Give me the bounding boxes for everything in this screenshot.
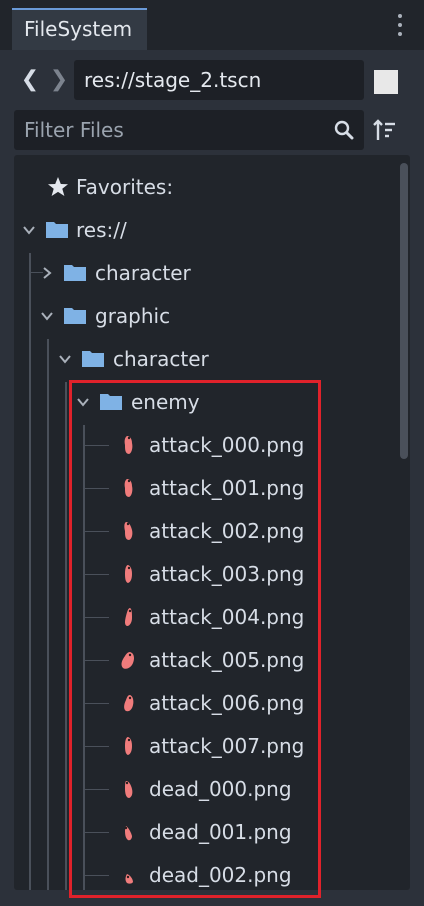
tree-connector [85,832,109,833]
list-item[interactable]: attack_003.png [14,554,394,594]
filter-placeholder: Filter Files [24,118,124,142]
file-name: dead_000.png [149,777,292,801]
tree-item-character[interactable]: character [14,253,394,293]
tree-item-graphic[interactable]: graphic [14,296,394,336]
file-tree: Favorites: res:// character graphic char… [14,155,410,890]
tree-connector [85,789,109,790]
file-name: attack_007.png [149,734,305,758]
chevron-down-icon[interactable] [40,309,54,323]
folder-icon [46,222,68,238]
file-name: attack_001.png [149,476,305,500]
tree-item-graphic-character[interactable]: character [14,339,394,379]
tree-connector [85,445,109,446]
tree-item-enemy[interactable]: enemy [14,382,394,422]
file-name: attack_003.png [149,562,305,586]
list-item[interactable]: attack_007.png [14,726,394,766]
favorites-label: Favorites: [76,175,174,199]
sprite-icon [124,695,134,712]
tree-connector [85,875,109,876]
tree-item-res[interactable]: res:// [14,210,394,250]
tree-connector [85,488,109,489]
list-item[interactable]: dead_000.png [14,769,394,809]
sprite-icon [125,737,132,755]
sprite-icon [124,522,133,540]
tree-item-label: enemy [131,390,200,414]
tree-item-label: character [113,347,209,371]
star-icon [48,177,68,196]
tree-connector [85,617,109,618]
chevron-down-icon[interactable] [22,223,36,237]
list-item[interactable]: attack_004.png [14,597,394,637]
path-navbar: ❮ ❯ res://stage_2.tscn [0,50,424,110]
sprite-icon [124,826,132,841]
back-arrow-icon[interactable]: ❮ [20,66,40,94]
file-name: dead_001.png [149,820,292,844]
tree-connector [85,574,109,575]
forward-arrow-icon[interactable]: ❯ [49,66,69,94]
tree-scrollbar-thumb[interactable] [400,163,408,459]
file-name: attack_005.png [149,648,305,672]
file-name: attack_002.png [149,519,305,543]
tab-filesystem[interactable]: FileSystem [12,8,147,50]
sprite-icon [125,608,132,626]
chevron-down-icon[interactable] [58,352,72,366]
file-name: attack_000.png [149,433,305,457]
sprite-icon [124,436,133,454]
sprite-icon [125,781,133,798]
sprite-icon [125,874,133,884]
folder-icon [100,394,122,410]
split-mode-button[interactable] [374,70,398,94]
sort-icon[interactable] [372,118,398,144]
sprite-icon [124,479,133,497]
file-name: attack_004.png [149,605,305,629]
favorites-row[interactable]: Favorites: [14,167,394,207]
file-name: dead_002.png [149,863,292,887]
file-name: attack_006.png [149,691,305,715]
chevron-right-icon[interactable] [40,266,54,280]
folder-icon [64,265,86,281]
list-item[interactable]: dead_002.png [14,855,394,890]
search-icon[interactable] [334,120,354,140]
list-item[interactable]: dead_001.png [14,812,394,852]
tree-item-label: res:// [76,218,127,242]
tree-connector [85,531,109,532]
list-item[interactable]: attack_006.png [14,683,394,723]
tree-item-label: graphic [95,304,171,328]
list-item[interactable]: attack_005.png [14,640,394,680]
sprite-icon [121,652,134,669]
chevron-down-icon[interactable] [76,395,90,409]
tree-item-label: character [95,261,191,285]
folder-icon [64,308,86,324]
filter-bar: Filter Files [0,110,424,155]
tree-scrollbar[interactable] [400,163,408,888]
tree-connector [85,746,109,747]
list-item[interactable]: attack_001.png [14,468,394,508]
list-item[interactable]: attack_000.png [14,425,394,465]
tree-connector [85,703,109,704]
list-item[interactable]: attack_002.png [14,511,394,551]
filter-input[interactable]: Filter Files [14,110,364,150]
tree-connector [85,660,109,661]
dock-tabbar: FileSystem [0,0,424,50]
sprite-icon [125,565,132,583]
dock-menu-icon[interactable] [396,14,404,40]
path-field[interactable]: res://stage_2.tscn [74,60,364,100]
folder-icon [82,351,104,367]
